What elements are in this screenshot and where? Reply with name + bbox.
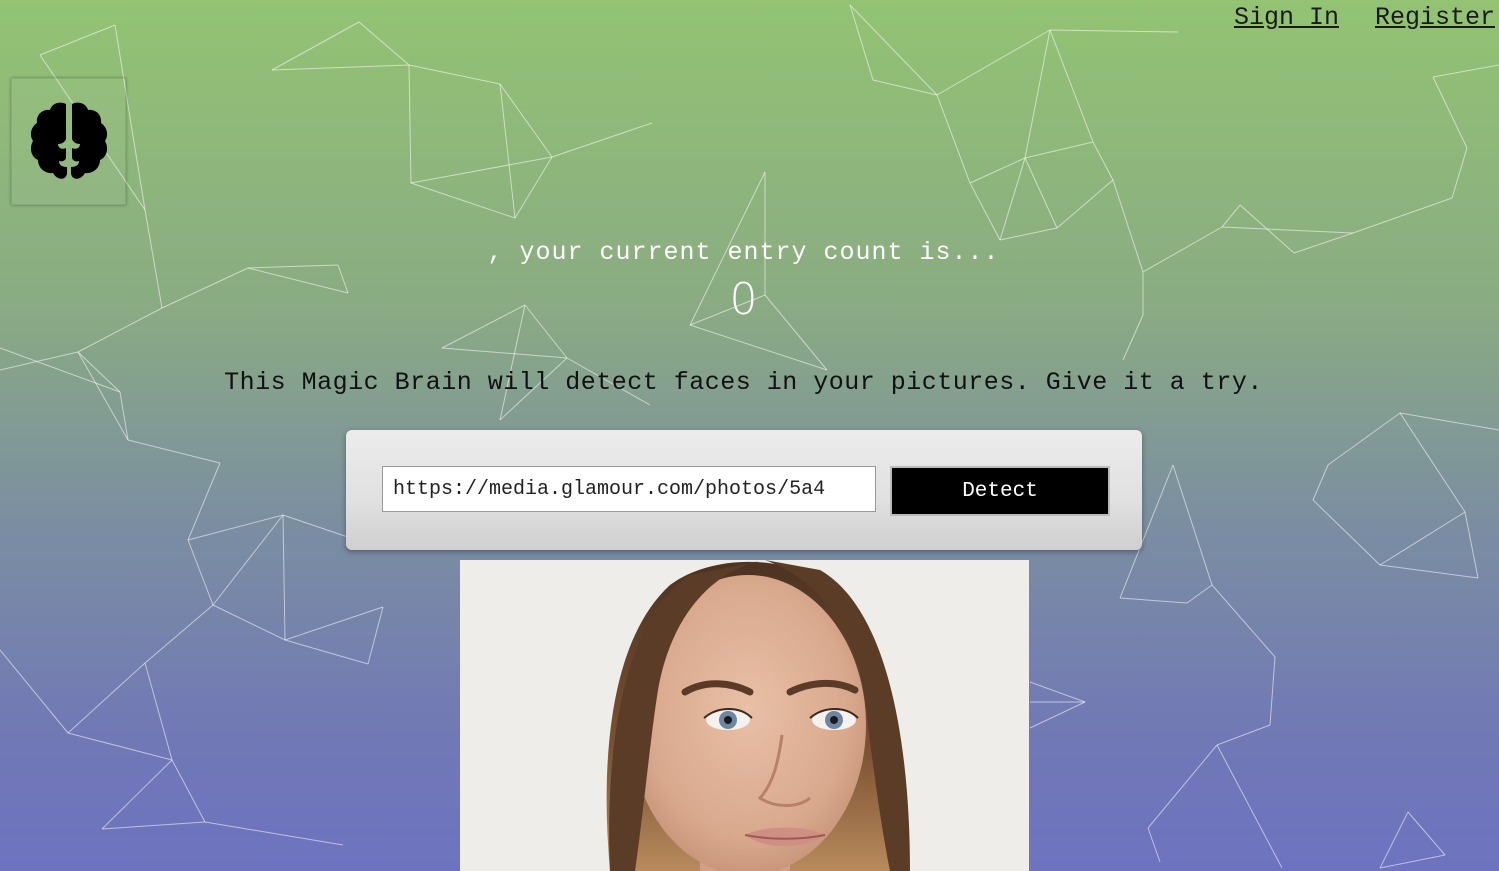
top-navigation: Sign In Register: [1234, 0, 1495, 33]
intro-text: This Magic Brain will detect faces in yo…: [224, 368, 1263, 397]
brain-icon: [30, 102, 107, 179]
detect-button[interactable]: Detect: [890, 466, 1110, 516]
logo[interactable]: [11, 78, 126, 205]
image-url-input[interactable]: [382, 466, 876, 512]
entry-count-value: 0: [729, 274, 758, 325]
image-link-form: Detect: [346, 430, 1142, 550]
face-recognition-image: [460, 560, 1029, 871]
entry-count-message: , your current entry count is...: [487, 238, 1000, 267]
register-link[interactable]: Register: [1375, 3, 1495, 33]
sign-in-link[interactable]: Sign In: [1234, 3, 1339, 33]
portrait-photo: [460, 560, 1029, 871]
